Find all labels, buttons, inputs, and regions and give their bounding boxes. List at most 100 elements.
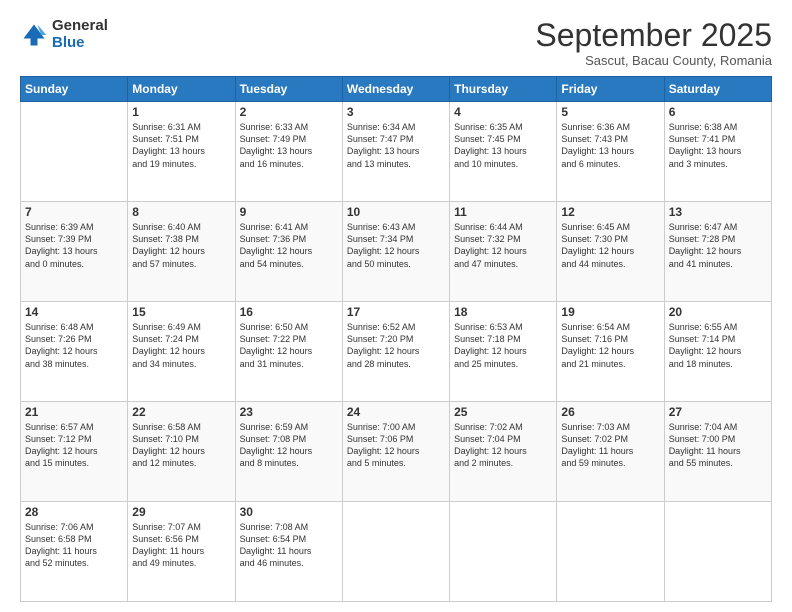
calendar-day-header: Thursday: [450, 77, 557, 102]
calendar-cell: 20 Sunrise: 6:55 AM Sunset: 7:14 PM Dayli…: [664, 302, 771, 402]
day-info: Sunrise: 7:07 AM Sunset: 6:56 PM Dayligh…: [132, 521, 230, 570]
day-info: Sunrise: 6:44 AM Sunset: 7:32 PM Dayligh…: [454, 221, 552, 270]
calendar-cell: 15 Sunrise: 6:49 AM Sunset: 7:24 PM Dayli…: [128, 302, 235, 402]
day-info: Sunrise: 6:47 AM Sunset: 7:28 PM Dayligh…: [669, 221, 767, 270]
day-info: Sunrise: 6:43 AM Sunset: 7:34 PM Dayligh…: [347, 221, 445, 270]
day-number: 20: [669, 305, 767, 319]
day-info: Sunrise: 6:55 AM Sunset: 7:14 PM Dayligh…: [669, 321, 767, 370]
day-number: 1: [132, 105, 230, 119]
logo-blue-text: Blue: [52, 35, 108, 52]
day-info: Sunrise: 6:33 AM Sunset: 7:49 PM Dayligh…: [240, 121, 338, 170]
day-number: 18: [454, 305, 552, 319]
calendar-cell: 5Sunrise: 6:36 AM Sunset: 7:43 PM Daylig…: [557, 102, 664, 202]
logo-text: General Blue: [52, 18, 108, 51]
day-number: 24: [347, 405, 445, 419]
day-info: Sunrise: 7:06 AM Sunset: 6:58 PM Dayligh…: [25, 521, 123, 570]
day-info: Sunrise: 6:52 AM Sunset: 7:20 PM Dayligh…: [347, 321, 445, 370]
calendar-cell: 28 Sunrise: 7:06 AM Sunset: 6:58 PM Dayli…: [21, 502, 128, 602]
day-number: 14: [25, 305, 123, 319]
day-number: 22: [132, 405, 230, 419]
day-info: Sunrise: 7:04 AM Sunset: 7:00 PM Dayligh…: [669, 421, 767, 470]
calendar-cell: [557, 502, 664, 602]
calendar-cell: [342, 502, 449, 602]
day-number: 8: [132, 205, 230, 219]
day-info: Sunrise: 6:58 AM Sunset: 7:10 PM Dayligh…: [132, 421, 230, 470]
calendar-cell: 4Sunrise: 6:35 AM Sunset: 7:45 PM Daylig…: [450, 102, 557, 202]
day-info: Sunrise: 6:39 AM Sunset: 7:39 PM Dayligh…: [25, 221, 123, 270]
calendar-week-row: 14 Sunrise: 6:48 AM Sunset: 7:26 PM Dayli…: [21, 302, 772, 402]
calendar-cell: 13Sunrise: 6:47 AM Sunset: 7:28 PM Dayli…: [664, 202, 771, 302]
day-number: 10: [347, 205, 445, 219]
day-number: 25: [454, 405, 552, 419]
day-number: 21: [25, 405, 123, 419]
location-subtitle: Sascut, Bacau County, Romania: [535, 53, 772, 68]
calendar-day-header: Friday: [557, 77, 664, 102]
calendar-day-header: Monday: [128, 77, 235, 102]
day-info: Sunrise: 6:45 AM Sunset: 7:30 PM Dayligh…: [561, 221, 659, 270]
logo: General Blue: [20, 18, 108, 51]
calendar-week-row: 28 Sunrise: 7:06 AM Sunset: 6:58 PM Dayli…: [21, 502, 772, 602]
day-info: Sunrise: 6:57 AM Sunset: 7:12 PM Dayligh…: [25, 421, 123, 470]
logo-general-text: General: [52, 18, 108, 35]
calendar-cell: 30 Sunrise: 7:08 AM Sunset: 6:54 PM Dayli…: [235, 502, 342, 602]
calendar-day-header: Sunday: [21, 77, 128, 102]
calendar-cell: [664, 502, 771, 602]
calendar-cell: 27 Sunrise: 7:04 AM Sunset: 7:00 PM Dayli…: [664, 402, 771, 502]
calendar-cell: 9Sunrise: 6:41 AM Sunset: 7:36 PM Daylig…: [235, 202, 342, 302]
day-info: Sunrise: 6:41 AM Sunset: 7:36 PM Dayligh…: [240, 221, 338, 270]
calendar-cell: 10 Sunrise: 6:43 AM Sunset: 7:34 PM Dayli…: [342, 202, 449, 302]
day-number: 28: [25, 505, 123, 519]
day-info: Sunrise: 6:40 AM Sunset: 7:38 PM Dayligh…: [132, 221, 230, 270]
header-right: September 2025 Sascut, Bacau County, Rom…: [535, 18, 772, 68]
calendar-cell: 21 Sunrise: 6:57 AM Sunset: 7:12 PM Dayli…: [21, 402, 128, 502]
day-info: Sunrise: 6:34 AM Sunset: 7:47 PM Dayligh…: [347, 121, 445, 170]
day-info: Sunrise: 6:48 AM Sunset: 7:26 PM Dayligh…: [25, 321, 123, 370]
calendar-week-row: 7 Sunrise: 6:39 AM Sunset: 7:39 PM Daylig…: [21, 202, 772, 302]
day-number: 12: [561, 205, 659, 219]
day-number: 2: [240, 105, 338, 119]
calendar-cell: 19 Sunrise: 6:54 AM Sunset: 7:16 PM Dayli…: [557, 302, 664, 402]
calendar-week-row: 21 Sunrise: 6:57 AM Sunset: 7:12 PM Dayli…: [21, 402, 772, 502]
day-info: Sunrise: 7:00 AM Sunset: 7:06 PM Dayligh…: [347, 421, 445, 470]
calendar-cell: 24 Sunrise: 7:00 AM Sunset: 7:06 PM Dayli…: [342, 402, 449, 502]
calendar-cell: 16Sunrise: 6:50 AM Sunset: 7:22 PM Dayli…: [235, 302, 342, 402]
calendar-cell: 2 Sunrise: 6:33 AM Sunset: 7:49 PM Daylig…: [235, 102, 342, 202]
day-number: 17: [347, 305, 445, 319]
calendar-cell: 17 Sunrise: 6:52 AM Sunset: 7:20 PM Dayli…: [342, 302, 449, 402]
day-info: Sunrise: 6:31 AM Sunset: 7:51 PM Dayligh…: [132, 121, 230, 170]
day-info: Sunrise: 7:02 AM Sunset: 7:04 PM Dayligh…: [454, 421, 552, 470]
calendar-cell: [21, 102, 128, 202]
day-number: 30: [240, 505, 338, 519]
calendar-day-header: Tuesday: [235, 77, 342, 102]
calendar-cell: 1 Sunrise: 6:31 AM Sunset: 7:51 PM Daylig…: [128, 102, 235, 202]
day-info: Sunrise: 7:03 AM Sunset: 7:02 PM Dayligh…: [561, 421, 659, 470]
day-info: Sunrise: 6:54 AM Sunset: 7:16 PM Dayligh…: [561, 321, 659, 370]
page: General Blue September 2025 Sascut, Baca…: [0, 0, 792, 612]
day-info: Sunrise: 6:36 AM Sunset: 7:43 PM Dayligh…: [561, 121, 659, 170]
day-info: Sunrise: 6:49 AM Sunset: 7:24 PM Dayligh…: [132, 321, 230, 370]
day-number: 15: [132, 305, 230, 319]
day-info: Sunrise: 7:08 AM Sunset: 6:54 PM Dayligh…: [240, 521, 338, 570]
logo-icon: [20, 21, 48, 49]
calendar-day-header: Saturday: [664, 77, 771, 102]
calendar-cell: 23 Sunrise: 6:59 AM Sunset: 7:08 PM Dayli…: [235, 402, 342, 502]
calendar-cell: [450, 502, 557, 602]
day-number: 19: [561, 305, 659, 319]
calendar-cell: 7 Sunrise: 6:39 AM Sunset: 7:39 PM Daylig…: [21, 202, 128, 302]
day-info: Sunrise: 6:50 AM Sunset: 7:22 PM Dayligh…: [240, 321, 338, 370]
day-number: 27: [669, 405, 767, 419]
calendar-cell: 12 Sunrise: 6:45 AM Sunset: 7:30 PM Dayli…: [557, 202, 664, 302]
header: General Blue September 2025 Sascut, Baca…: [20, 18, 772, 68]
calendar-cell: 6Sunrise: 6:38 AM Sunset: 7:41 PM Daylig…: [664, 102, 771, 202]
day-info: Sunrise: 6:59 AM Sunset: 7:08 PM Dayligh…: [240, 421, 338, 470]
day-number: 23: [240, 405, 338, 419]
calendar-table: SundayMondayTuesdayWednesdayThursdayFrid…: [20, 76, 772, 602]
calendar-week-row: 1 Sunrise: 6:31 AM Sunset: 7:51 PM Daylig…: [21, 102, 772, 202]
calendar-header-row: SundayMondayTuesdayWednesdayThursdayFrid…: [21, 77, 772, 102]
calendar-cell: 8 Sunrise: 6:40 AM Sunset: 7:38 PM Daylig…: [128, 202, 235, 302]
calendar-cell: 18Sunrise: 6:53 AM Sunset: 7:18 PM Dayli…: [450, 302, 557, 402]
calendar-day-header: Wednesday: [342, 77, 449, 102]
day-number: 7: [25, 205, 123, 219]
calendar-cell: 25 Sunrise: 7:02 AM Sunset: 7:04 PM Dayli…: [450, 402, 557, 502]
day-number: 3: [347, 105, 445, 119]
